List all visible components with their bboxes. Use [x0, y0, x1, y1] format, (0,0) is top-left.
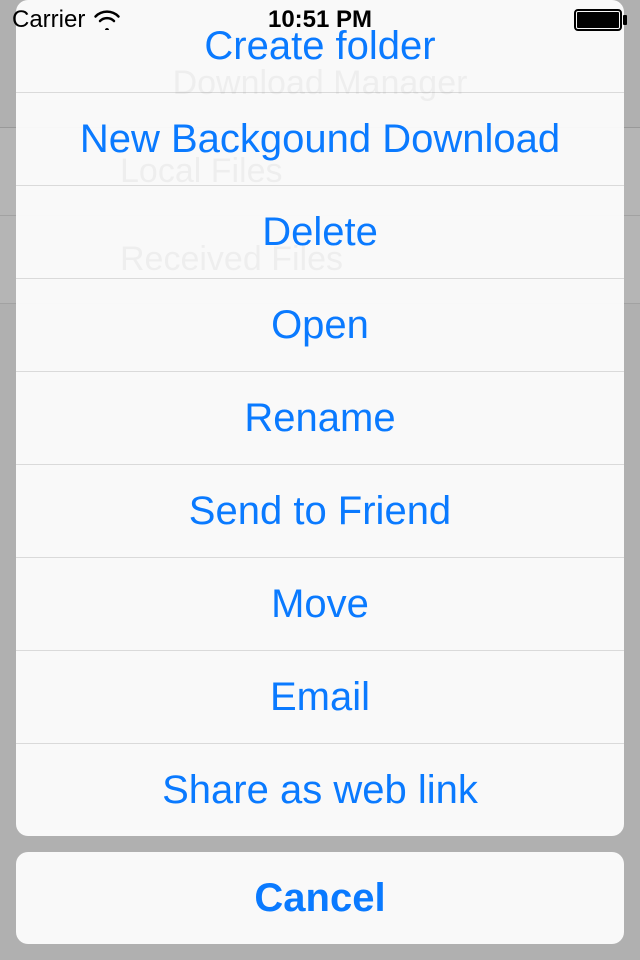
email-button[interactable]: Email — [16, 650, 624, 743]
status-time: 10:51 PM — [268, 6, 372, 34]
status-left: Carrier — [12, 6, 121, 34]
action-sheet-options: Create folder New Backgound Download Del… — [16, 0, 624, 836]
action-sheet-cancel-group: Cancel — [16, 852, 624, 944]
action-sheet: Create folder New Backgound Download Del… — [16, 0, 624, 944]
share-as-web-link-button[interactable]: Share as web link — [16, 743, 624, 836]
wifi-icon — [93, 10, 121, 30]
new-background-download-button[interactable]: New Backgound Download — [16, 92, 624, 185]
status-right — [574, 9, 628, 31]
rename-button[interactable]: Rename — [16, 371, 624, 464]
battery-icon — [574, 9, 628, 31]
send-to-friend-button[interactable]: Send to Friend — [16, 464, 624, 557]
carrier-label: Carrier — [12, 6, 85, 34]
delete-button[interactable]: Delete — [16, 185, 624, 278]
move-button[interactable]: Move — [16, 557, 624, 650]
open-button[interactable]: Open — [16, 278, 624, 371]
cancel-button[interactable]: Cancel — [16, 852, 624, 944]
status-bar: Carrier 10:51 PM — [0, 0, 640, 40]
